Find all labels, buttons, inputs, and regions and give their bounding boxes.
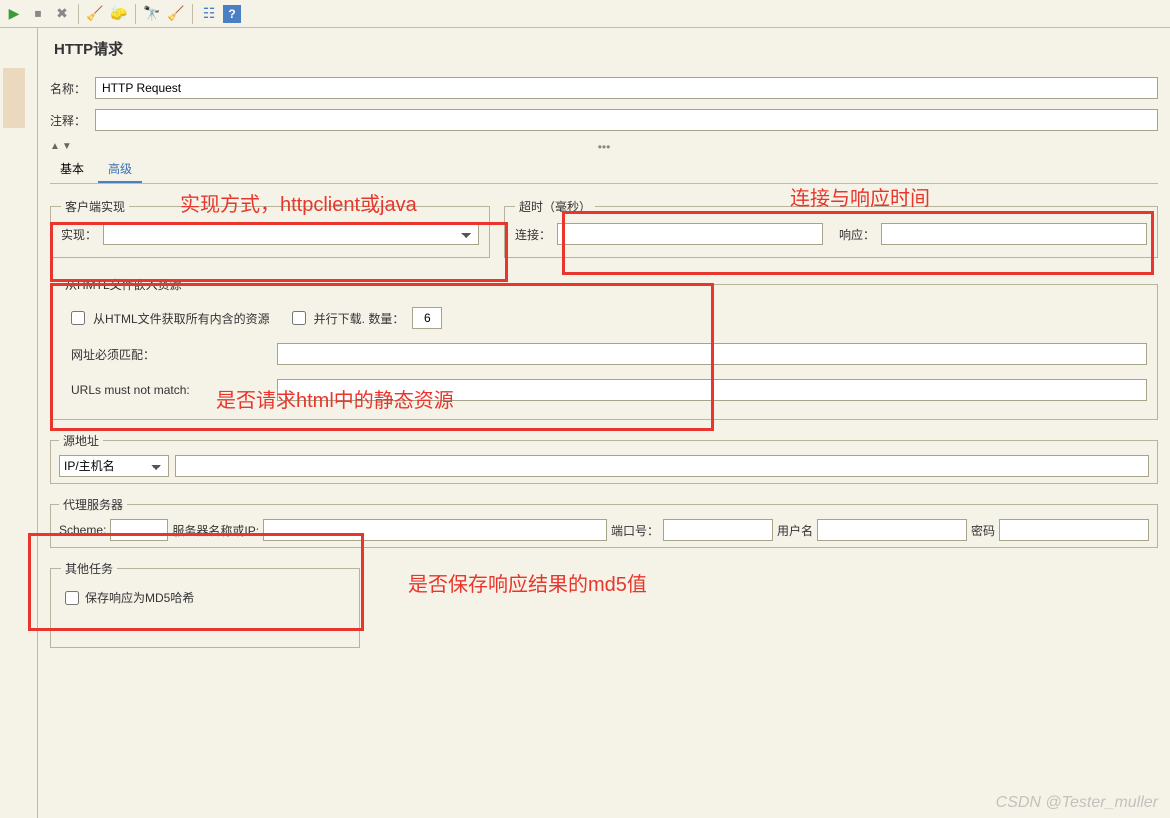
tab-row: 基本 高级 <box>50 156 1158 184</box>
response-label: 响应： <box>839 226 875 243</box>
other-legend: 其他任务 <box>61 560 117 577</box>
sweep-icon[interactable]: 🧹 <box>166 4 186 24</box>
fieldset-client-impl: 客户端实现 实现： <box>50 198 490 258</box>
fieldset-source-addr: 源地址 IP/主机名 <box>50 432 1158 484</box>
binoculars-icon[interactable]: 🔭 <box>142 4 162 24</box>
tree-panel[interactable] <box>0 28 38 818</box>
get-all-label: 从HTML文件获取所有内含的资源 <box>93 310 270 327</box>
impl-combo[interactable] <box>103 223 479 245</box>
url-match-label: 网址必须匹配： <box>71 346 271 363</box>
url-not-match-input[interactable] <box>277 379 1147 401</box>
pass-input[interactable] <box>999 519 1149 541</box>
close-icon[interactable]: ✖ <box>52 4 72 24</box>
source-addr-input[interactable] <box>175 455 1149 477</box>
tab-basic[interactable]: 基本 <box>50 156 94 183</box>
toolbar: ▶ ⏹ ✖ 🧹 🧽 🔭 🧹 ☷ ? <box>0 0 1170 28</box>
help-icon[interactable]: ? <box>223 5 241 23</box>
page-title: HTTP请求 <box>50 38 1158 59</box>
url-not-match-label: URLs must not match: <box>71 383 271 397</box>
proxy-legend: 代理服务器 <box>59 496 127 513</box>
fieldset-html-resources: 从HMTL文件嵌入资源 从HTML文件获取所有内含的资源 并行下载. 数量： 网… <box>50 276 1158 420</box>
parallel-checkbox[interactable] <box>292 311 306 325</box>
scheme-label: Scheme: <box>59 523 106 537</box>
response-input[interactable] <box>881 223 1147 245</box>
source-addr-combo[interactable]: IP/主机名 <box>59 455 169 477</box>
connect-input[interactable] <box>557 223 823 245</box>
server-label: 服务器名称或IP: <box>172 522 259 539</box>
fieldset-timeout: 超时（毫秒） 连接： 响应： <box>504 198 1158 258</box>
comment-label: 注释： <box>50 112 95 129</box>
scheme-input[interactable] <box>110 519 168 541</box>
content-panel: HTTP请求 名称： 注释： ▲▼ ••• 基本 高级 客户端实现 实现： <box>38 28 1170 818</box>
server-input[interactable] <box>263 519 607 541</box>
run-icon[interactable]: ▶ <box>4 4 24 24</box>
watermark: CSDN @Tester_muller <box>996 794 1158 812</box>
clean-icon[interactable]: 🧹 <box>85 4 105 24</box>
name-label: 名称： <box>50 80 95 97</box>
md5-checkbox[interactable] <box>65 591 79 605</box>
broom-icon[interactable]: 🧽 <box>109 4 129 24</box>
md5-label: 保存响应为MD5哈希 <box>85 589 194 606</box>
pass-label: 密码 <box>971 522 995 539</box>
user-label: 用户名 <box>777 522 813 539</box>
port-label: 端口号： <box>611 522 659 539</box>
fieldset-proxy: 代理服务器 Scheme: 服务器名称或IP: 端口号： 用户名 密码 <box>50 496 1158 548</box>
list-icon[interactable]: ☷ <box>199 4 219 24</box>
get-all-checkbox[interactable] <box>71 311 85 325</box>
parallel-label: 并行下载. 数量： <box>314 310 405 327</box>
connect-label: 连接： <box>515 226 551 243</box>
port-input[interactable] <box>663 519 773 541</box>
fieldset-other: 其他任务 保存响应为MD5哈希 <box>50 560 360 648</box>
html-res-legend: 从HMTL文件嵌入资源 <box>61 276 186 293</box>
user-input[interactable] <box>817 519 967 541</box>
timeout-legend: 超时（毫秒） <box>515 198 595 215</box>
name-input[interactable] <box>95 77 1158 99</box>
comment-input[interactable] <box>95 109 1158 131</box>
tab-advanced[interactable]: 高级 <box>98 156 142 183</box>
url-match-input[interactable] <box>277 343 1147 365</box>
parallel-num-input[interactable] <box>412 307 442 329</box>
source-addr-legend: 源地址 <box>59 432 103 449</box>
client-impl-legend: 客户端实现 <box>61 198 129 215</box>
expander[interactable]: ▲▼ ••• <box>50 141 1158 152</box>
stop-icon[interactable]: ⏹ <box>28 4 48 24</box>
impl-label: 实现： <box>61 226 97 243</box>
